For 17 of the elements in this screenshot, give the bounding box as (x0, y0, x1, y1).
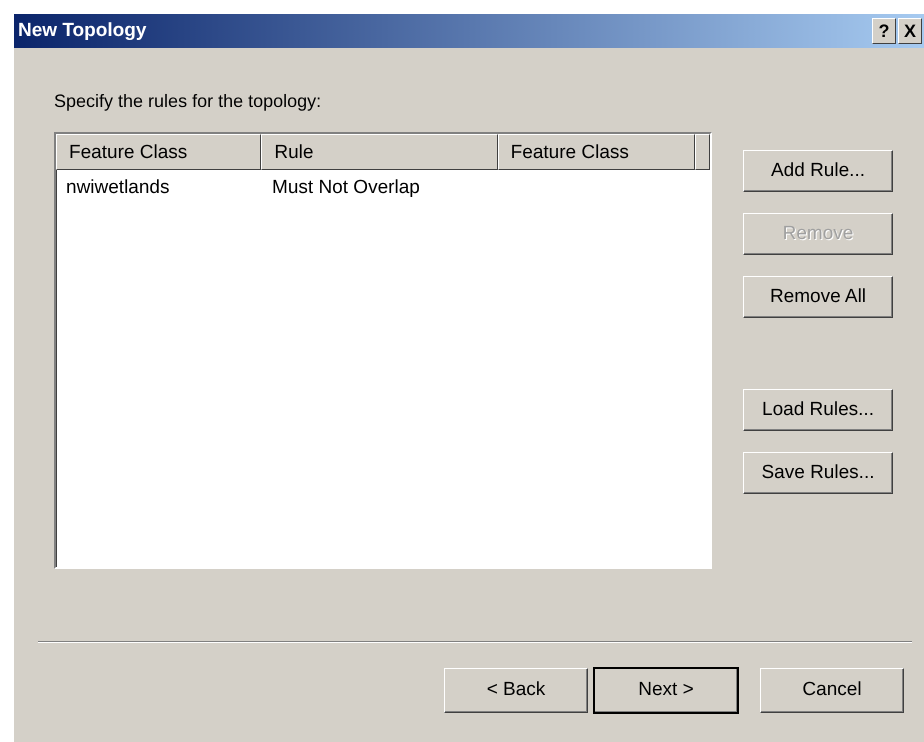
wizard-button[interactable]: Next > (594, 668, 738, 713)
rule-button[interactable]: Load Rules... (743, 389, 893, 431)
rule-button[interactable]: Remove All (743, 276, 893, 318)
column-header[interactable]: Rule (261, 134, 498, 170)
wizard-button[interactable]: Cancel (760, 668, 904, 713)
window-title: New Topology (18, 18, 148, 43)
rule-button[interactable]: Save Rules... (743, 452, 893, 494)
column-header[interactable]: Feature Class (56, 134, 262, 170)
rule-button[interactable]: Add Rule... (743, 150, 893, 192)
table-cell-text: nwiwetlands (65, 176, 170, 200)
help-button[interactable]: ? (872, 18, 896, 44)
column-header[interactable]: Feature Class (498, 134, 696, 170)
column-header[interactable] (695, 134, 710, 170)
close-button[interactable]: X (898, 18, 922, 44)
wizard-button[interactable]: < Back (444, 668, 588, 713)
instruction-text: Specify the rules for the topology: (54, 90, 322, 113)
table-cell-text: Must Not Overlap (271, 176, 421, 200)
